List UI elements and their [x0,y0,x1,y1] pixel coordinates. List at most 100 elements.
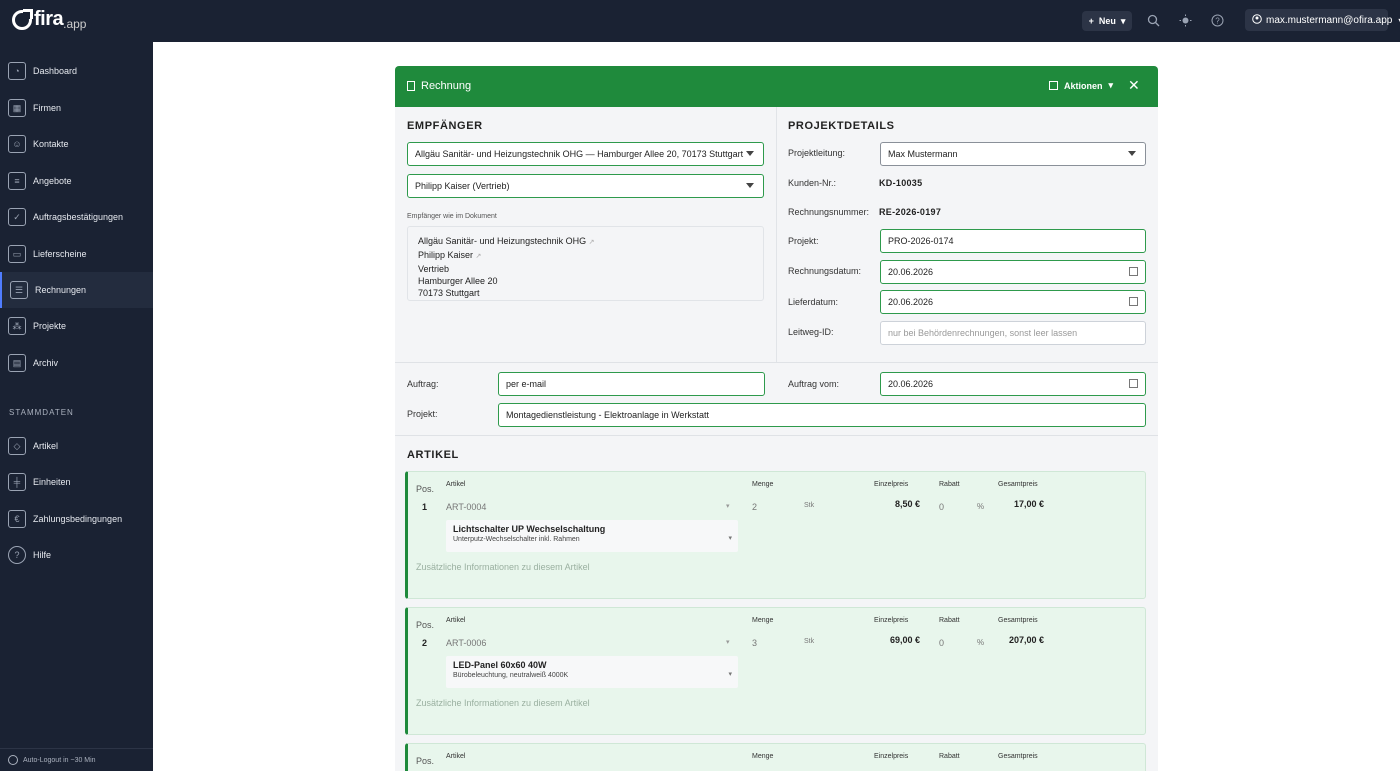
sidebar-item-dashboard[interactable]: ◔ Dashboard [0,53,153,89]
qty-header: Menge [752,753,774,760]
sun-icon[interactable] [1177,12,1193,28]
actions-button[interactable]: Aktionen ▾ [1049,80,1113,91]
total-price: 17,00 € [1013,499,1044,509]
unit-price[interactable]: 8,50 € [874,499,920,509]
external-link-icon[interactable]: ↗ [476,253,482,260]
articles-section-title: ARTIKEL [407,449,459,461]
customer-no-label: Kunden-Nr.: [788,178,837,188]
sidebar-item-artikel[interactable]: ◇ Artikel [0,428,153,464]
invoice-icon: ☰ [10,281,28,299]
contact-select[interactable]: Philipp Kaiser (Vertrieb) [407,174,764,198]
extra-info-input[interactable]: Zusätzliche Informationen zu diesem Arti… [416,698,590,708]
chevron-down-icon[interactable]: ▾ [728,670,732,678]
sidebar-item-lieferscheine[interactable]: ▭ Lieferscheine [0,236,153,272]
route-id-placeholder: nur bei Behördenrechnungen, sonst leer l… [888,328,1078,338]
sidebar-item-rechnungen[interactable]: ☰ Rechnungen [0,272,153,308]
dashboard-icon: ◔ [8,62,26,80]
qty-input[interactable]: 2 [752,502,757,512]
discount-header: Rabatt [939,481,960,488]
sidebar-item-zahlungsbedingungen[interactable]: € Zahlungsbedingungen [0,501,153,537]
external-link-icon[interactable]: ↗ [589,239,595,246]
truck-icon: ▭ [8,245,26,263]
sidebar-item-einheiten[interactable]: ╪ Einheiten [0,464,153,500]
sidebar-item-auftragsbestaetigungen[interactable]: ✓ Auftragsbestätigungen [0,199,153,235]
sidebar-item-hilfe[interactable]: ? Hilfe [0,537,153,573]
sidebar-item-label: Archiv [33,358,59,368]
unit-price-header: Einzelpreis [874,481,909,488]
invoice-date-input[interactable]: 20.06.2026 [880,260,1146,284]
invoice-card-header: Rechnung Aktionen ▾ ✕ [395,66,1158,107]
chevron-down-icon[interactable]: ▾ [726,502,730,510]
chevron-down-icon[interactable]: ▾ [728,534,732,542]
address-street: Hamburger Allee 20 [418,276,498,286]
sidebar-item-kontakte[interactable]: ☺ Kontakte [0,126,153,162]
chevron-down-icon: ▾ [1108,80,1114,90]
logo-brand: fira [34,8,64,30]
article-header: Artikel [446,617,466,624]
article-header: Artikel [446,481,466,488]
article-row: Pos. Artikel Menge Einzelpreis Rabatt Ge… [405,607,1146,735]
route-id-input[interactable]: nur bei Behördenrechnungen, sonst leer l… [880,321,1146,345]
unit-price[interactable]: 69,00 € [874,635,920,645]
pos-number: 1 [422,502,428,512]
chevron-down-icon[interactable]: ▾ [726,638,730,646]
new-button[interactable]: + Neu ▾ [1082,11,1132,31]
discount-unit: % [977,502,985,511]
pos-header: Pos. [416,620,435,630]
article-description[interactable]: LED-Panel 60x60 40W Bürobeleuchtung, neu… [446,656,738,688]
calendar-icon[interactable] [1129,267,1138,276]
actions-label: Aktionen [1064,80,1103,91]
sidebar-item-label: Kontakte [33,139,69,149]
close-icon[interactable]: ✕ [1128,77,1140,94]
sidebar-item-label: Hilfe [33,550,52,560]
order-project-input[interactable]: Montagedienstleistung - Elektroanlage in… [498,403,1146,427]
sidebar-item-projekte[interactable]: ⁂ Projekte [0,308,153,344]
article-row: Pos. Artikel Menge Einzelpreis Rabatt Ge… [405,743,1146,771]
article-select[interactable]: ART-0006 [446,638,486,648]
article-subtitle: Unterputz-Wechselschalter inkl. Rahmen [453,536,580,543]
app-logo[interactable]: fira .app [12,8,86,31]
company-select[interactable]: Allgäu Sanitär- und Heizungstechnik OHG … [407,142,764,166]
delivery-date-input[interactable]: 20.06.2026 [880,290,1146,314]
calendar-icon[interactable] [1129,297,1138,306]
sidebar-item-angebote[interactable]: ≡ Angebote [0,163,153,199]
user-email: max.mustermann@ofira.app [1266,14,1393,26]
calendar-icon[interactable] [1129,379,1138,388]
delivery-date-label: Lieferdatum: [788,297,839,307]
chevron-down-icon: ▾ [1120,15,1126,26]
unit-label: Stk [804,638,815,645]
pos-header: Pos. [416,484,435,494]
help-icon[interactable]: ? [1209,12,1225,28]
sidebar-item-label: Einheiten [33,477,71,487]
pos-number: 2 [422,638,428,648]
discount-input[interactable]: 0 [939,502,944,512]
qty-input[interactable]: 3 [752,638,757,648]
address-department: Vertrieb [418,264,450,274]
project-lead-select[interactable]: Max Mustermann [880,142,1146,166]
unit-price-header: Einzelpreis [874,617,909,624]
discount-input[interactable]: 0 [939,638,944,648]
article-description[interactable]: Lichtschalter UP Wechselschaltung Unterp… [446,520,738,552]
card-title-text: Rechnung [421,80,472,92]
sidebar-item-label: Auftragsbestätigungen [33,212,124,222]
card-title: Rechnung [407,80,471,92]
order-input[interactable]: per e-mail [498,372,765,396]
sidebar-item-firmen[interactable]: ▦ Firmen [0,90,153,126]
order-date-input[interactable]: 20.06.2026 [880,372,1146,396]
help-icon: ? [8,546,26,564]
sidebar-item-label: Rechnungen [35,285,87,295]
article-select[interactable]: ART-0004 [446,502,486,512]
sidebar-item-archiv[interactable]: ▤ Archiv [0,345,153,381]
sidebar-item-label: Artikel [33,441,59,451]
article-header: Artikel [446,753,466,760]
user-menu-button[interactable]: max.mustermann@ofira.app ▾ [1245,9,1400,31]
extra-info-input[interactable]: Zusätzliche Informationen zu diesem Arti… [416,562,590,572]
article-name: Lichtschalter UP Wechselschaltung [453,524,606,534]
search-icon[interactable] [1145,12,1161,28]
article-name: LED-Panel 60x60 40W [453,660,547,670]
sidebar-item-label: Dashboard [33,66,78,76]
archive-icon: ▤ [8,354,26,372]
total-header: Gesamtpreis [998,617,1038,624]
project-lead-label: Projektleitung: [788,148,846,158]
project-no-input[interactable]: PRO-2026-0174 [880,229,1146,253]
